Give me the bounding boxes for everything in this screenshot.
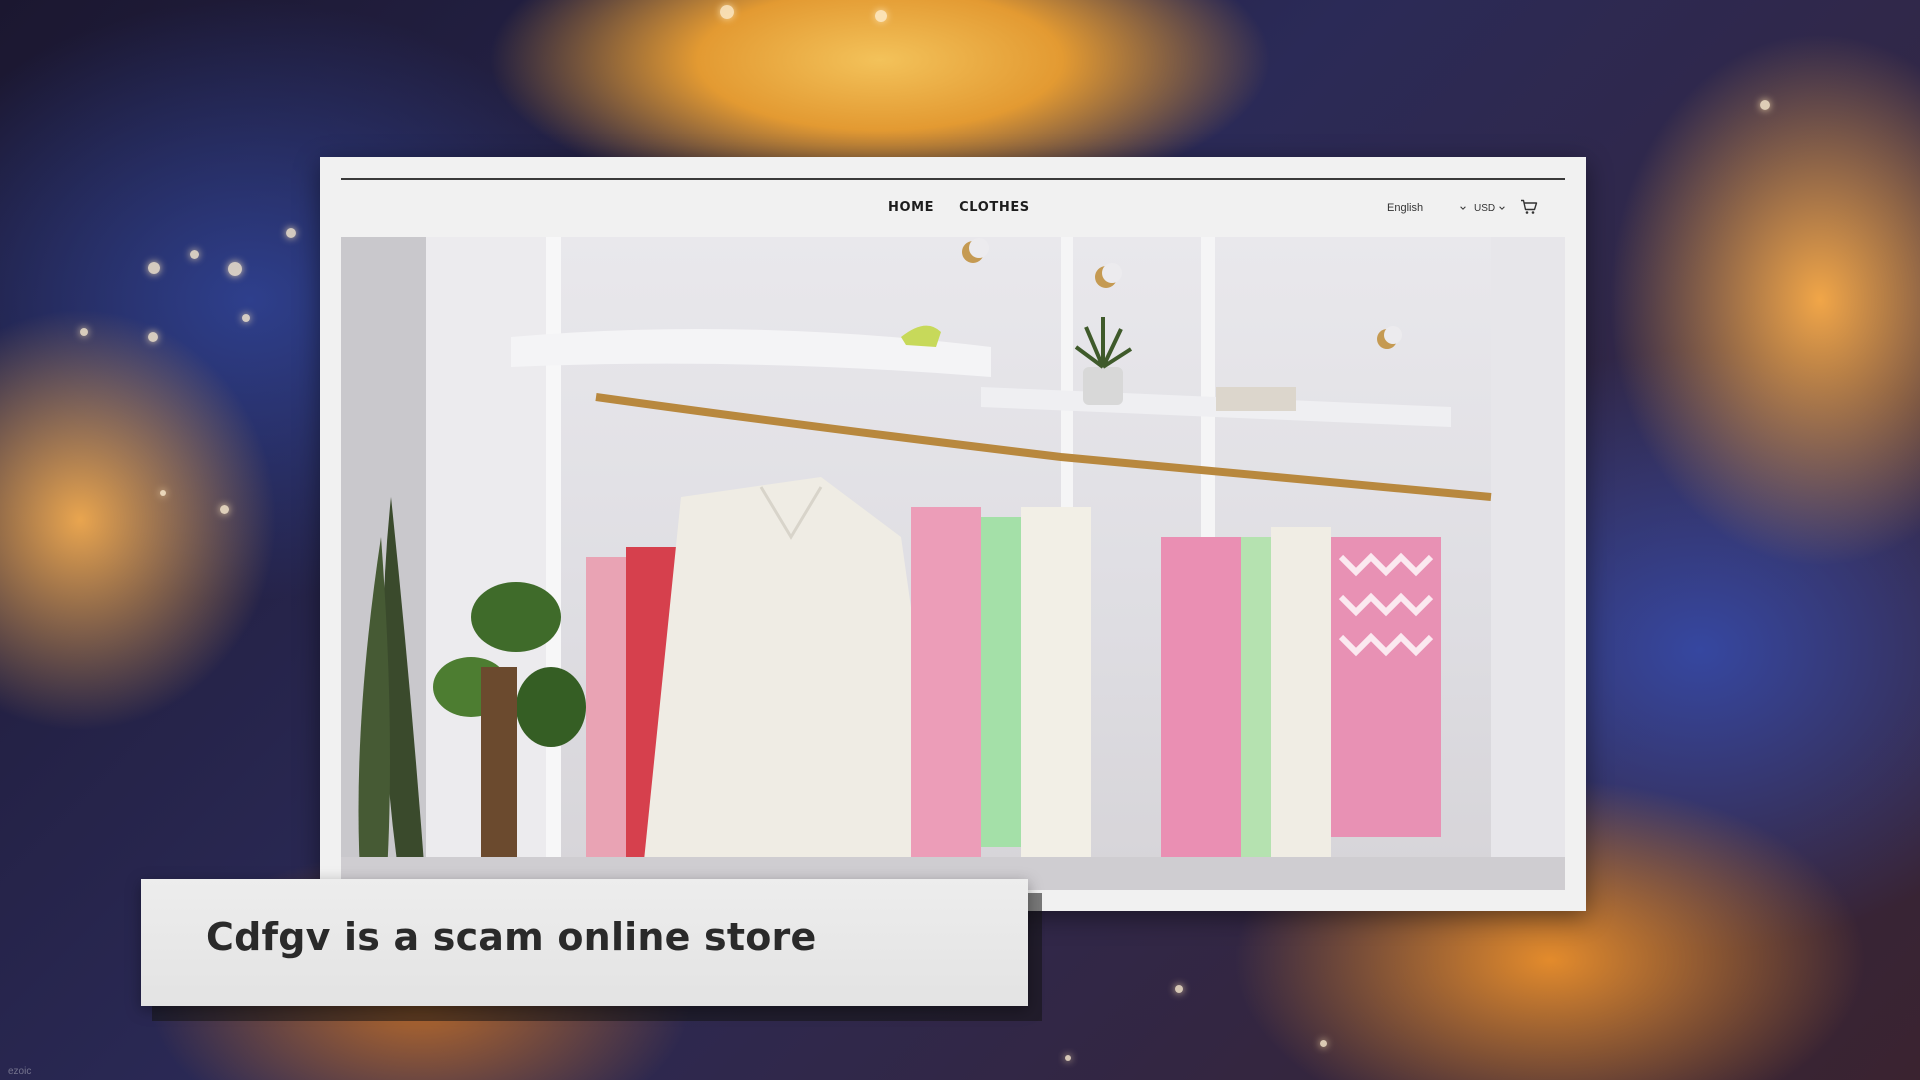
store-website-window: HOME CLOTHES English USD (320, 157, 1586, 911)
store-header: HOME CLOTHES English USD (320, 193, 1586, 223)
nav-home-link[interactable]: HOME (888, 193, 934, 223)
hero-image (341, 237, 1565, 890)
boutique-photo (341, 237, 1565, 890)
chevron-down-icon (1460, 206, 1466, 210)
cart-icon[interactable] (1520, 199, 1538, 215)
sparkle (1065, 1055, 1071, 1061)
sparkle (286, 228, 296, 238)
sparkle (80, 328, 88, 336)
language-value: English (1387, 202, 1424, 214)
sparkle (1175, 985, 1183, 993)
currency-select[interactable]: USD (1474, 193, 1506, 223)
chevron-down-icon (1499, 206, 1505, 210)
sparkle (220, 505, 229, 514)
sparkle (242, 314, 250, 322)
sparkle (1320, 1040, 1327, 1047)
sparkle (148, 262, 160, 274)
sparkle (190, 250, 199, 259)
main-menu: HOME CLOTHES (888, 193, 1030, 223)
caption-banner: Cdfgv is a scam online store (141, 879, 1028, 1006)
currency-value: USD (1474, 202, 1496, 214)
language-select[interactable]: English (1387, 193, 1467, 223)
video-frame: HOME CLOTHES English USD Cdfgv is a scam… (0, 0, 1920, 1080)
sparkle (160, 490, 166, 496)
caption-text: Cdfgv is a scam online store (206, 915, 817, 959)
watermark: ezoic (8, 1066, 32, 1077)
nav-clothes-link[interactable]: CLOTHES (959, 193, 1030, 223)
sparkle (228, 262, 242, 276)
sparkle (148, 332, 158, 342)
sparkle (720, 5, 734, 19)
top-divider (341, 178, 1565, 180)
sparkle (875, 10, 887, 22)
sparkle (1760, 100, 1770, 110)
